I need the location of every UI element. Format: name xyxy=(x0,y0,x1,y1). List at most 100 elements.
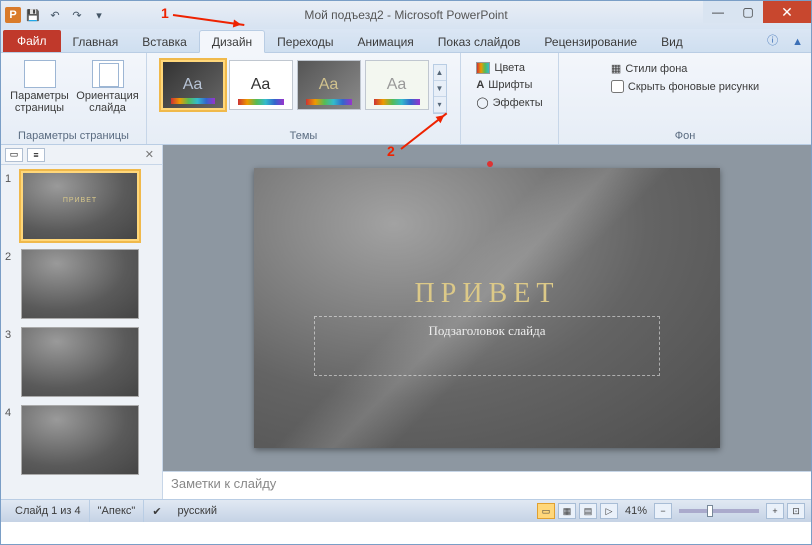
qat-customize-button[interactable]: ▾ xyxy=(89,5,109,25)
thumb-number: 4 xyxy=(5,405,17,419)
swatch-icon xyxy=(374,99,420,105)
status-slide-number[interactable]: Слайд 1 из 4 xyxy=(7,500,90,522)
slide-thumbnail-2[interactable] xyxy=(21,249,139,319)
group-background: ▦Стили фона Скрыть фоновые рисунки Фон xyxy=(559,53,811,144)
page-setup-icon xyxy=(24,60,56,88)
tab-design[interactable]: Дизайн xyxy=(199,30,265,53)
slide-title[interactable]: ПРИВЕТ xyxy=(254,278,720,310)
status-language[interactable]: русский xyxy=(170,500,225,522)
tab-file[interactable]: Файл xyxy=(3,30,61,52)
slide-canvas[interactable]: ПРИВЕТ Подзаголовок слайда xyxy=(254,168,720,448)
swatch-icon xyxy=(238,99,284,105)
ribbon-tabs: Файл Главная Вставка Дизайн Переходы Ани… xyxy=(1,29,811,53)
scroll-up-icon[interactable]: ▲ xyxy=(434,65,446,81)
annotation-dot xyxy=(487,161,493,167)
slide-thumbnail-1[interactable]: ПРИВЕТ xyxy=(21,171,139,241)
hide-bg-checkbox[interactable]: Скрыть фоновые рисунки xyxy=(609,78,761,95)
slide-subtitle-placeholder[interactable]: Подзаголовок слайда xyxy=(314,316,660,376)
view-normal-button[interactable]: ▭ xyxy=(537,503,555,519)
zoom-thumb[interactable] xyxy=(707,505,713,517)
hide-bg-input[interactable] xyxy=(611,80,624,93)
qat-redo-button[interactable]: ↷ xyxy=(67,5,87,25)
zoom-in-button[interactable]: + xyxy=(766,503,784,519)
thumbnail-row[interactable]: 4 xyxy=(5,405,158,475)
bg-styles-icon: ▦ xyxy=(611,62,621,75)
theme-thumb-3[interactable]: Aa xyxy=(297,60,361,110)
thumbnail-row[interactable]: 2 xyxy=(5,249,158,319)
tab-insert[interactable]: Вставка xyxy=(130,31,199,52)
thumbnail-list: 1 ПРИВЕТ 2 3 4 xyxy=(1,165,162,499)
thumbnail-row[interactable]: 1 ПРИВЕТ xyxy=(5,171,158,241)
close-button[interactable]: ✕ xyxy=(763,1,811,23)
notes-pane[interactable]: Заметки к слайду xyxy=(163,471,811,499)
status-spellcheck-icon[interactable]: ✔ xyxy=(144,500,169,522)
group-themes: Aa Aa Aa Aa ▲▼▾ Темы xyxy=(147,53,461,144)
thumbnail-panel: ▭ ≡ ✕ 1 ПРИВЕТ 2 3 4 xyxy=(1,145,163,499)
fonts-dropdown[interactable]: AШрифты xyxy=(474,77,544,93)
zoom-slider[interactable] xyxy=(679,509,759,513)
status-theme[interactable]: "Апекс" xyxy=(90,500,145,522)
orientation-icon xyxy=(92,60,124,88)
help-icon[interactable]: ⓘ xyxy=(761,28,784,52)
page-setup-button[interactable]: Параметры страницы xyxy=(8,56,72,114)
group-page-setup-label: Параметры страницы xyxy=(1,130,146,142)
orientation-label: Ориентация слайда xyxy=(76,90,140,114)
theme-thumb-1[interactable]: Aa xyxy=(161,60,225,110)
status-bar: Слайд 1 из 4 "Апекс" ✔ русский ▭ ▦ ▤ ▷ 4… xyxy=(1,499,811,522)
slide-thumbnail-4[interactable] xyxy=(21,405,139,475)
zoom-percent[interactable]: 41% xyxy=(621,505,651,517)
fit-window-button[interactable]: ⊡ xyxy=(787,503,805,519)
outline-tab-icon[interactable]: ≡ xyxy=(27,148,45,162)
orientation-button[interactable]: Ориентация слайда xyxy=(76,56,140,114)
view-slideshow-button[interactable]: ▷ xyxy=(600,503,618,519)
swatch-icon xyxy=(171,98,215,104)
qat-undo-button[interactable]: ↶ xyxy=(45,5,65,25)
app-name: Microsoft PowerPoint xyxy=(394,8,507,22)
tab-transitions[interactable]: Переходы xyxy=(265,31,345,52)
page-setup-label: Параметры страницы xyxy=(8,90,72,114)
title-bar: P 💾 ↶ ↷ ▾ Мой подъезд2 - Microsoft Power… xyxy=(1,1,811,29)
thumb-number: 2 xyxy=(5,249,17,263)
minimize-ribbon-icon[interactable]: ▲ xyxy=(784,32,811,52)
colors-icon xyxy=(476,62,490,74)
group-page-setup: Параметры страницы Ориентация слайда Пар… xyxy=(1,53,147,144)
effects-icon: ◯ xyxy=(476,96,488,109)
window-controls: — ▢ ✕ xyxy=(703,1,811,23)
slide-subtitle-text: Подзаголовок слайда xyxy=(315,317,659,339)
window-title: Мой подъезд2 - Microsoft PowerPoint xyxy=(304,8,507,22)
zoom-out-button[interactable]: − xyxy=(654,503,672,519)
view-sorter-button[interactable]: ▦ xyxy=(558,503,576,519)
thumbnail-row[interactable]: 3 xyxy=(5,327,158,397)
minimize-button[interactable]: — xyxy=(703,1,733,23)
colors-dropdown[interactable]: Цвета xyxy=(474,60,544,76)
maximize-button[interactable]: ▢ xyxy=(733,1,763,23)
thumb-number: 3 xyxy=(5,327,17,341)
close-panel-icon[interactable]: ✕ xyxy=(141,148,158,161)
thumbnail-panel-tabs: ▭ ≡ ✕ xyxy=(1,145,162,165)
effects-dropdown[interactable]: ◯Эффекты xyxy=(474,94,544,111)
fonts-icon: A xyxy=(476,79,484,91)
tab-view[interactable]: Вид xyxy=(649,31,695,52)
swatch-icon xyxy=(306,99,352,105)
app-icon: P xyxy=(5,7,21,23)
slide-thumbnail-3[interactable] xyxy=(21,327,139,397)
slide-stage[interactable]: ПРИВЕТ Подзаголовок слайда xyxy=(163,145,811,471)
tab-home[interactable]: Главная xyxy=(61,31,131,52)
theme-gallery-scroll[interactable]: ▲▼▾ xyxy=(433,64,447,114)
theme-thumb-4[interactable]: Aa xyxy=(365,60,429,110)
ribbon-body: Параметры страницы Ориентация слайда Пар… xyxy=(1,53,811,145)
tab-animations[interactable]: Анимация xyxy=(345,31,425,52)
qat-save-button[interactable]: 💾 xyxy=(23,5,43,25)
main-area: ▭ ≡ ✕ 1 ПРИВЕТ 2 3 4 xyxy=(1,145,811,499)
theme-thumb-2[interactable]: Aa xyxy=(229,60,293,110)
view-reading-button[interactable]: ▤ xyxy=(579,503,597,519)
group-theme-variants: Цвета AШрифты ◯Эффекты xyxy=(461,53,559,144)
quick-access-toolbar: P 💾 ↶ ↷ ▾ xyxy=(1,5,109,25)
group-background-label: Фон xyxy=(559,130,811,142)
slide-area: ПРИВЕТ Подзаголовок слайда Заметки к сла… xyxy=(163,145,811,499)
scroll-down-icon[interactable]: ▼ xyxy=(434,81,446,97)
tab-review[interactable]: Рецензирование xyxy=(532,31,649,52)
tab-slideshow[interactable]: Показ слайдов xyxy=(426,31,533,52)
slides-tab-icon[interactable]: ▭ xyxy=(5,148,23,162)
background-styles-dropdown[interactable]: ▦Стили фона xyxy=(609,60,761,77)
